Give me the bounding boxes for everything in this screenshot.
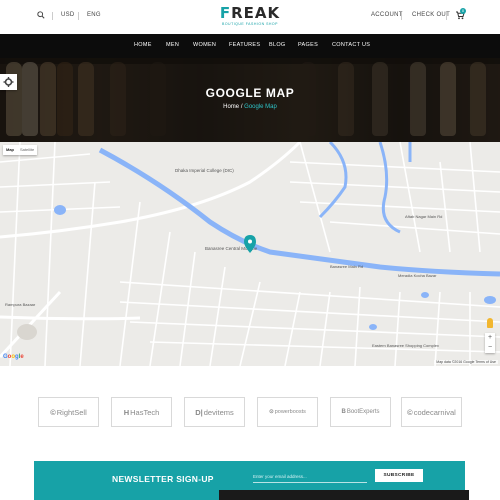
subscribe-button[interactable]: SUBSCRIBE (375, 469, 423, 482)
brand-logo[interactable]: © codecarnival (401, 397, 462, 427)
map-label: Aftab Nagar Main Rd (405, 214, 442, 219)
banner-overlay (0, 58, 500, 142)
footer-strip (219, 490, 469, 500)
map-label: Eastern Banasree Shopping Complex (372, 343, 439, 348)
divider (78, 12, 79, 20)
map-label: Rampura Bazaar (5, 302, 36, 307)
google-logo: Google (3, 354, 24, 360)
cart-count-badge: 0 (460, 8, 466, 14)
divider (52, 12, 53, 20)
map-attribution[interactable]: Map data ©2016 Google Terms of Use (434, 360, 498, 364)
page-banner: GOOGLE MAP Home / Google Map (0, 58, 500, 142)
nav-women[interactable]: WOMEN (193, 42, 216, 48)
map-label: Banasree Main Rd (330, 264, 363, 269)
brand-icon: ⊙ (269, 409, 274, 415)
map-canvas[interactable]: Dhaka Imperial College (DIC) Banasree Ce… (0, 142, 500, 366)
breadcrumb-home[interactable]: Home (223, 104, 239, 110)
language-selector[interactable]: ENG (87, 12, 101, 18)
nav-men[interactable]: MEN (166, 42, 179, 48)
brand-logo[interactable]: D| devitems (184, 397, 245, 427)
main-nav: HOME MEN WOMEN FEATURES BLOG PAGES CONTA… (0, 34, 500, 58)
top-bar: USD ENG FREAK BOUTIQUE FASHION SHOP ACCO… (0, 0, 500, 34)
divider (401, 12, 402, 20)
logo-letter: e (20, 354, 24, 360)
map-tab-map[interactable]: Map (3, 145, 17, 155)
brand-icon: © (407, 407, 413, 417)
nav-features[interactable]: FEATURES (229, 42, 260, 48)
nav-pages[interactable]: PAGES (298, 42, 318, 48)
brand-logo[interactable]: ⊙ powerboosts (257, 397, 318, 427)
map-type-control: Map Satellite (3, 145, 38, 155)
brand-icon: © (50, 407, 56, 417)
checkout-link[interactable]: CHECK OUT (412, 12, 450, 18)
nav-contact-us[interactable]: CONTACT US (332, 42, 370, 48)
brand-logo-row: © RightSell H HasTech D| devitems ⊙ powerboo… (38, 397, 462, 427)
street-view-pegman-icon[interactable] (487, 318, 493, 328)
brand-name: BootExperts (346, 409, 380, 415)
map-label: Meradia Kocha Bazar (398, 273, 437, 278)
brand-logo[interactable]: B BootExperts (330, 397, 391, 427)
brand-logo[interactable]: © RightSell (38, 397, 99, 427)
brand-logo[interactable]: H HasTech (111, 397, 172, 427)
logo-text: REAK (231, 4, 281, 22)
brand-name: codecarnival (413, 407, 456, 417)
account-link[interactable]: ACCOUNT (371, 12, 403, 18)
logo-letter: F (219, 4, 232, 22)
map-label: Dhaka Imperial College (DIC) (175, 168, 234, 173)
zoom-out-button[interactable]: − (485, 343, 495, 353)
logo-tagline: BOUTIQUE FASHION SHOP (221, 22, 278, 26)
divider (446, 12, 447, 20)
newsletter-label: NEWSLETTER SIGN-UP (112, 474, 214, 484)
site-logo[interactable]: FREAK BOUTIQUE FASHION SHOP (200, 4, 300, 27)
breadcrumb: Home / Google Map (0, 104, 500, 110)
page-title: GOOGLE MAP (205, 86, 295, 100)
brand-icon: D| (195, 407, 203, 417)
nav-blog[interactable]: BLOG (269, 42, 285, 48)
newsletter-email-input[interactable] (253, 470, 367, 483)
currency-selector[interactable]: USD (61, 12, 75, 18)
map-zoom-control: + − (485, 333, 495, 353)
brand-name: devitems (203, 407, 234, 417)
nav-home[interactable]: HOME (134, 42, 152, 48)
brand-name: powerboosts (274, 409, 306, 415)
breadcrumb-current: Google Map (244, 104, 277, 110)
search-icon[interactable] (37, 11, 45, 19)
brand-name: RightSell (56, 407, 87, 417)
newsletter-section: NEWSLETTER SIGN-UP SUBSCRIBE (34, 461, 469, 500)
brand-name: HasTech (130, 407, 160, 417)
gear-icon (3, 77, 14, 87)
brand-icon: B (341, 409, 346, 415)
settings-panel-toggle[interactable] (0, 74, 17, 90)
google-map[interactable]: Dhaka Imperial College (DIC) Banasree Ce… (0, 142, 500, 366)
map-tab-satellite[interactable]: Satellite (17, 145, 37, 155)
zoom-in-button[interactable]: + (485, 333, 495, 343)
brand-icon: H (123, 407, 130, 417)
